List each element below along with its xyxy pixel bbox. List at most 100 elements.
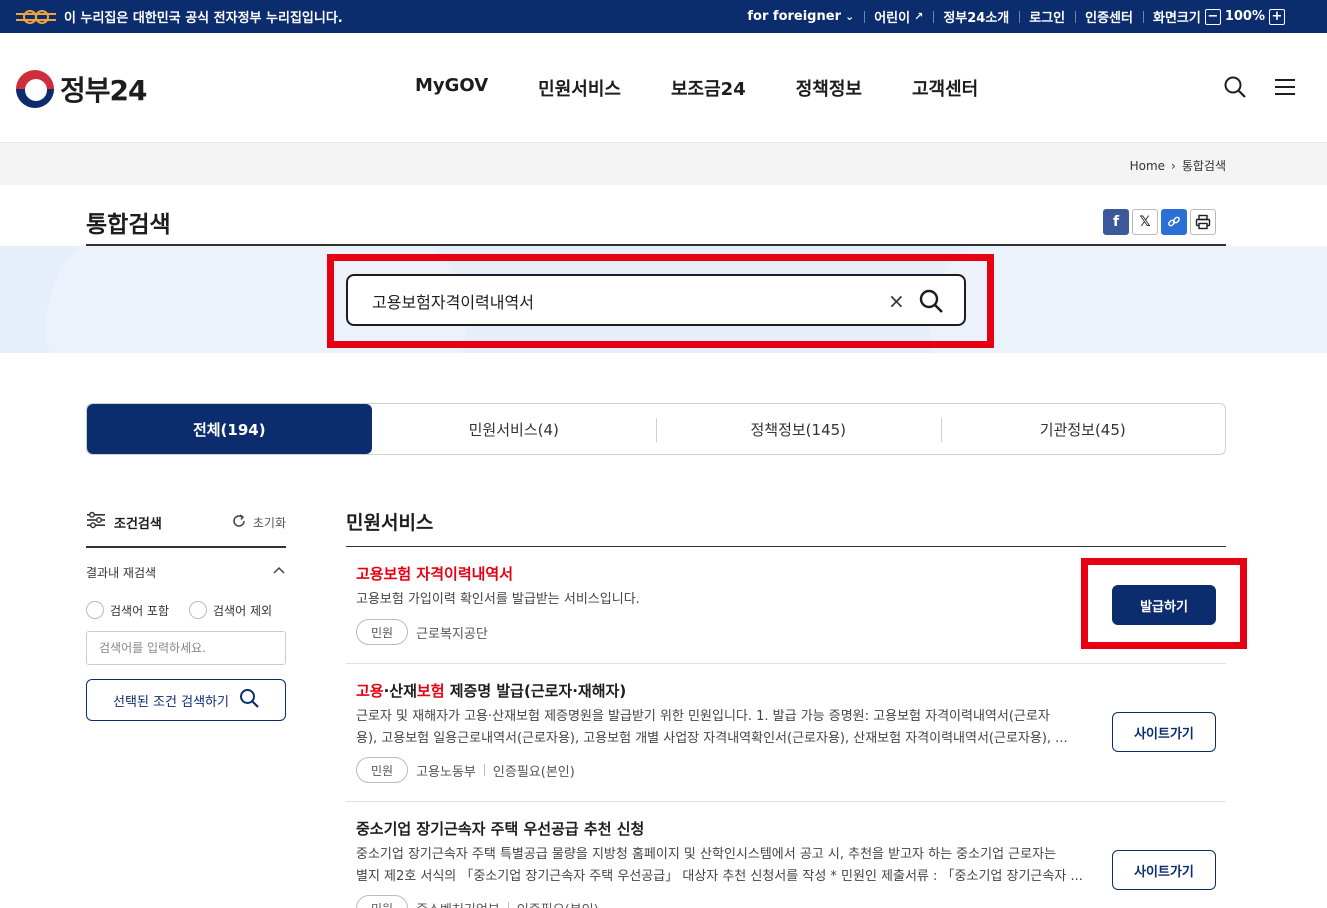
page-title: 통합검색	[86, 212, 171, 238]
nav-customer-center[interactable]: 고객센터	[912, 75, 978, 101]
title-text: 제증명 발급(근로자·재해자)	[444, 682, 627, 700]
site-header: 정부24 MyGOV 민원서비스 보조금24 정책정보 고객센터	[0, 33, 1327, 143]
meta-separator	[507, 902, 509, 908]
result-item: 고용·산재보험 제증명 발급(근로자·재해자) 근로자 및 재해자가 고용·산재…	[346, 664, 1226, 802]
cert-center-label: 인증센터	[1085, 11, 1133, 26]
radio-exclude[interactable]: 검색어 제외	[189, 601, 272, 619]
zoom-value: 100%	[1224, 9, 1265, 24]
refine-radios: 검색어 포함 검색어 제외	[86, 601, 286, 619]
breadcrumb-home[interactable]: Home	[1130, 159, 1165, 173]
external-link-icon: ↗	[914, 10, 924, 23]
taegeuk-icon	[16, 70, 54, 108]
filter-divider	[86, 546, 286, 548]
zoom-label: 화면크기	[1152, 11, 1201, 26]
category-badge: 민원	[356, 757, 409, 783]
refine-section-toggle[interactable]: 결과내 재검색	[86, 564, 286, 581]
chevron-right-icon: ›	[1171, 158, 1176, 173]
result-description-line: 용), 고용보험 일용근로내역서(근로자용), 고용보험 개별 사업장 자격내역…	[356, 731, 1068, 746]
x-share-button[interactable]: 𝕏	[1132, 209, 1158, 235]
site-logo[interactable]: 정부24	[16, 69, 147, 109]
radio-exclude-circle[interactable]	[189, 601, 208, 619]
about-label: 정부24소개	[943, 11, 1010, 26]
result-description-line: 근로자 및 재해자가 고용·산재보험 제증명원을 발급받기 위한 민원입니다. …	[356, 709, 1050, 724]
agency-name: 근로복지공단	[416, 626, 488, 642]
refresh-icon	[231, 513, 247, 532]
result-title[interactable]: 중소기업 장기근속자 주택 우선공급 추천 신청	[356, 818, 644, 839]
logo-text: 정부24	[60, 74, 147, 107]
login-link[interactable]: 로그인	[1019, 7, 1075, 26]
result-description-line: 별지 제2호 서식의 「중소기업 장기근속자 주택 우선공급」 대상자 추천 신…	[356, 869, 1083, 884]
kids-label: 어린이	[874, 11, 911, 26]
nav-civil-service[interactable]: 민원서비스	[538, 75, 621, 101]
breadcrumb-strip: Home › 통합검색	[0, 143, 1327, 185]
for-foreigner-label: for foreigner	[747, 9, 841, 24]
result-title[interactable]: 고용보험 자격이력내역서	[356, 563, 513, 584]
agency-name: 중소벤처기업부	[416, 899, 500, 908]
category-badge: 민원	[356, 619, 409, 645]
highlight-box-issue	[1081, 558, 1247, 649]
tab-all[interactable]: 전체(194)	[87, 404, 372, 454]
visit-site-button[interactable]: 사이트가기	[1112, 712, 1216, 752]
chevron-down-icon: ⌄	[844, 10, 855, 23]
refine-keyword-input[interactable]	[86, 631, 286, 665]
apply-filter-label: 선택된 조건 검색하기	[113, 694, 229, 710]
zoom-in-button[interactable]: +	[1269, 8, 1285, 25]
nav-policy[interactable]: 정책정보	[796, 75, 862, 101]
filter-sidebar: 조건검색 초기화 결과내 재검색 검색어 포함 검색어 제외 선택된 조건 검색…	[86, 508, 286, 721]
header-icons	[1223, 75, 1297, 103]
radio-include-circle[interactable]	[86, 601, 104, 619]
result-meta: 민원 중소벤처기업부 인증필요(본인)	[356, 895, 599, 908]
filter-header: 조건검색 초기화	[86, 508, 286, 536]
radio-include[interactable]: 검색어 포함	[86, 601, 169, 619]
apply-filter-button[interactable]: 선택된 조건 검색하기	[86, 679, 286, 721]
chevron-up-icon	[272, 564, 286, 581]
auth-requirement: 인증필요(본인)	[517, 899, 599, 908]
about-link[interactable]: 정부24소개	[933, 7, 1019, 26]
print-button[interactable]	[1190, 209, 1216, 235]
reset-label: 초기화	[252, 515, 286, 530]
share-buttons: f 𝕏	[1103, 209, 1216, 235]
result-description-line: 중소기업 장기근속자 주택 특별공급 물량을 지방청 홈페이지 및 산학인시스템…	[356, 847, 1056, 862]
result-item: 중소기업 장기근속자 주택 우선공급 추천 신청 중소기업 장기근속자 주택 특…	[346, 802, 1226, 908]
result-title[interactable]: 고용·산재보험 제증명 발급(근로자·재해자)	[356, 680, 626, 701]
filter-title: 조건검색	[114, 516, 162, 532]
title-highlight: 보험	[416, 682, 445, 700]
reset-button[interactable]: 초기화	[231, 513, 286, 532]
main-nav: MyGOV 민원서비스 보조금24 정책정보 고객센터	[415, 75, 978, 101]
zoom-control: 화면크기 − 100% +	[1142, 7, 1295, 26]
visit-site-button[interactable]: 사이트가기	[1112, 850, 1216, 890]
result-meta: 민원 고용노동부 인증필요(본인)	[356, 757, 575, 783]
kids-link[interactable]: 어린이 ↗	[864, 7, 933, 26]
link-copy-button[interactable]	[1161, 209, 1187, 235]
result-description: 근로자 및 재해자가 고용·산재보험 제증명원을 발급받기 위한 민원입니다. …	[356, 706, 1091, 750]
result-description-line: 고용보험 가입이력 확인서를 발급받는 서비스입니다.	[356, 592, 640, 607]
search-icon[interactable]	[1223, 75, 1247, 103]
tab-policy[interactable]: 정책정보(145)	[656, 404, 941, 454]
meta-separator	[483, 764, 485, 776]
tab-civil-service[interactable]: 민원서비스(4)	[372, 404, 657, 454]
auth-requirement: 인증필요(본인)	[492, 764, 575, 780]
filter-sliders-icon	[86, 511, 106, 533]
nav-mygov[interactable]: MyGOV	[415, 75, 488, 101]
zoom-out-button[interactable]: −	[1204, 8, 1221, 25]
title-text: ·산재	[383, 682, 417, 700]
results-section-title: 민원서비스	[346, 512, 434, 534]
for-foreigner-link[interactable]: for foreigner ⌄	[737, 9, 864, 24]
gov-notice: 이 누리집은 대한민국 공식 전자정부 누리집입니다.	[16, 0, 343, 33]
hamburger-menu-icon[interactable]	[1273, 75, 1297, 103]
search-icon	[239, 688, 259, 712]
cert-center-link[interactable]: 인증센터	[1075, 7, 1143, 26]
gov-notice-bar: 이 누리집은 대한민국 공식 전자정부 누리집입니다. for foreigne…	[0, 0, 1327, 33]
nav-subsidy[interactable]: 보조금24	[671, 75, 746, 101]
result-title-text: 고용보험 자격이력내역서	[356, 565, 514, 583]
radio-exclude-label: 검색어 제외	[213, 603, 273, 618]
tab-agency[interactable]: 기관정보(45)	[940, 404, 1226, 454]
eg-logo-icon	[16, 9, 56, 24]
result-meta: 민원 근로복지공단	[356, 619, 488, 645]
result-description: 중소기업 장기근속자 주택 특별공급 물량을 지방청 홈페이지 및 산학인시스템…	[356, 844, 1091, 888]
refine-section-label: 결과내 재검색	[86, 566, 157, 580]
result-description: 고용보험 가입이력 확인서를 발급받는 서비스입니다.	[356, 589, 1091, 611]
result-tabs: 전체(194) 민원서비스(4) 정책정보(145) 기관정보(45)	[86, 403, 1226, 455]
utility-menu: for foreigner ⌄ 어린이 ↗ 정부24소개 로그인 인증센터 화면크기…	[737, 0, 1295, 33]
facebook-share-button[interactable]: f	[1103, 209, 1129, 235]
